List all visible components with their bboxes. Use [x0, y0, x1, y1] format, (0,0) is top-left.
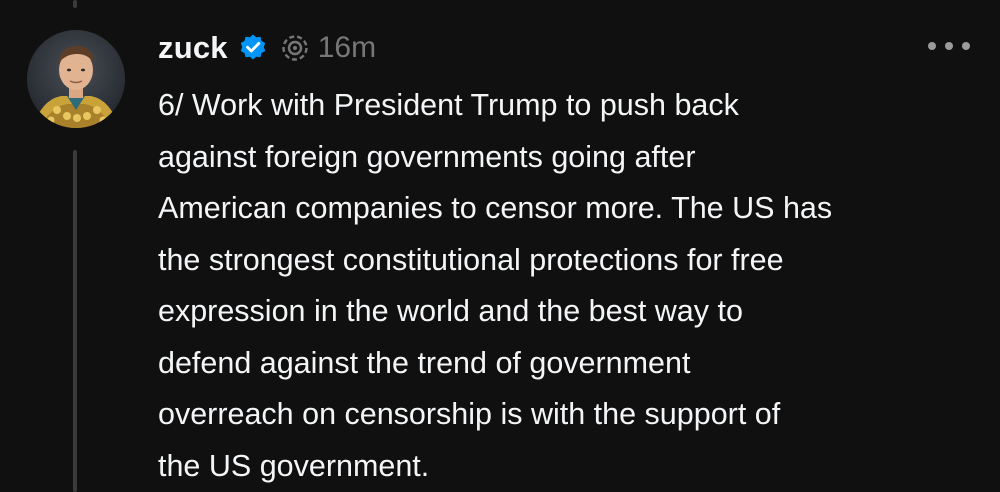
- verified-badge-icon: [238, 33, 268, 63]
- ai-label-icon[interactable]: [280, 33, 310, 63]
- thread-connector-line: [73, 150, 77, 492]
- profile-photo: [27, 30, 125, 128]
- avatar[interactable]: [27, 30, 125, 128]
- more-dot: [928, 42, 936, 50]
- username[interactable]: zuck: [158, 30, 228, 66]
- more-dot: [945, 42, 953, 50]
- thread-connector-top: [73, 0, 77, 8]
- post-body-text: 6/ Work with President Trump to push bac…: [158, 88, 833, 483]
- post-header: zuck 16m: [158, 26, 376, 70]
- thread-post: zuck 16m 6/ Work with President Trump to…: [0, 0, 1000, 492]
- more-dot: [962, 42, 970, 50]
- more-options-icon[interactable]: [928, 36, 970, 56]
- timestamp[interactable]: 16m: [318, 31, 376, 65]
